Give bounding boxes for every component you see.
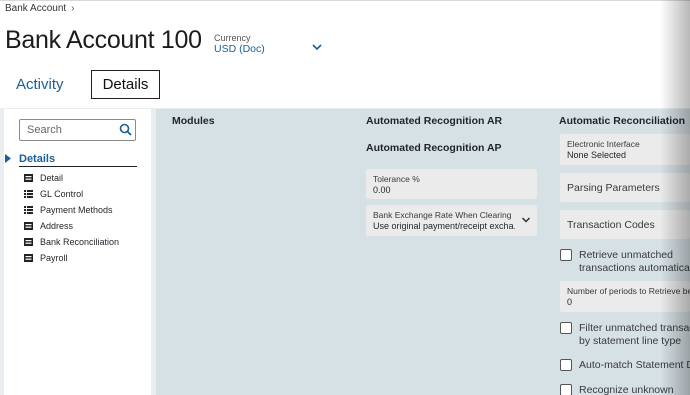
- recognize-unknown-checkbox[interactable]: [560, 384, 572, 395]
- list-icon: [24, 206, 33, 214]
- form-icon: [24, 238, 33, 246]
- automatic-reconciliation-heading: Automatic Reconciliation: [559, 115, 686, 127]
- retrieve-unmatched-line2: transactions automaticall: [579, 262, 690, 274]
- modules-heading: Modules: [172, 115, 215, 127]
- periods-to-retrieve-label: Number of periods to Retrieve be: [567, 286, 690, 296]
- filter-unmatched-label: Filter unmatched transact by statement l…: [579, 322, 690, 348]
- bank-exchange-rate-value: Use original payment/receipt excha...: [373, 221, 515, 231]
- chevron-down-icon[interactable]: [311, 41, 323, 53]
- electronic-interface-field[interactable]: Electronic Interface None Selected: [560, 134, 690, 165]
- automated-recognition-ap-heading: Automated Recognition AP: [366, 142, 502, 154]
- tab-details[interactable]: Details: [91, 70, 160, 99]
- currency-label: Currency: [214, 33, 251, 43]
- sidebar-section-details[interactable]: Details: [19, 153, 55, 165]
- sidebar-item-payroll[interactable]: Payroll: [24, 252, 68, 264]
- top-divider: [0, 0, 690, 1]
- automated-recognition-ar-heading: Automated Recognition AR: [366, 115, 503, 127]
- search-icon[interactable]: [119, 123, 132, 136]
- transaction-codes-label: Transaction Codes: [567, 218, 655, 231]
- sidebar-item-label: Bank Reconciliation: [40, 237, 120, 247]
- electronic-interface-label: Electronic Interface: [567, 139, 640, 149]
- breadcrumb-bank-account[interactable]: Bank Account: [5, 3, 66, 14]
- search-placeholder: Search: [27, 124, 62, 136]
- tolerance-label: Tolerance %: [373, 174, 420, 184]
- filter-unmatched-line2: by statement line type: [579, 335, 682, 347]
- sidebar-item-address[interactable]: Address: [24, 220, 73, 232]
- sidebar-item-label: Payroll: [40, 253, 68, 263]
- breadcrumb: Bank Account ›: [5, 3, 75, 14]
- breadcrumb-separator: ›: [71, 3, 75, 14]
- list-icon: [24, 190, 33, 198]
- sidebar-item-label: Address: [40, 221, 74, 231]
- retrieve-unmatched-checkbox[interactable]: [560, 249, 572, 261]
- page-title: Bank Account 100: [5, 26, 202, 54]
- caret-right-icon: [5, 154, 11, 163]
- sidebar-item-detail[interactable]: Detail: [24, 172, 63, 184]
- parsing-parameters-label: Parsing Parameters: [567, 181, 660, 194]
- sidebar-item-label: Detail: [40, 173, 64, 183]
- tab-activity[interactable]: Activity: [16, 70, 64, 99]
- bank-exchange-rate-label: Bank Exchange Rate When Clearing: [373, 210, 512, 220]
- bank-exchange-rate-select[interactable]: Bank Exchange Rate When Clearing Use ori…: [366, 205, 537, 236]
- filter-unmatched-line1: Filter unmatched transact: [579, 322, 690, 334]
- transaction-codes-button[interactable]: Transaction Codes: [560, 210, 690, 239]
- parsing-parameters-button[interactable]: Parsing Parameters: [560, 173, 690, 202]
- retrieve-unmatched-label: Retrieve unmatched transactions automati…: [579, 249, 690, 275]
- recognize-unknown-label: Recognize unknown: [579, 384, 674, 395]
- filter-unmatched-checkbox[interactable]: [560, 322, 572, 334]
- form-icon: [24, 222, 33, 230]
- sidebar-item-payment-methods[interactable]: Payment Methods: [24, 204, 113, 216]
- currency-select[interactable]: USD (Doc): [214, 43, 265, 55]
- form-icon: [24, 174, 33, 182]
- tolerance-field[interactable]: Tolerance % 0.00: [366, 169, 537, 199]
- tolerance-value: 0.00: [373, 185, 391, 195]
- retrieve-unmatched-line1: Retrieve unmatched: [579, 249, 673, 261]
- periods-to-retrieve-field[interactable]: Number of periods to Retrieve be 0: [560, 281, 690, 312]
- sidebar-item-label: Payment Methods: [40, 205, 113, 215]
- sidebar-item-label: GL Control: [40, 189, 84, 199]
- form-icon: [24, 254, 33, 262]
- auto-match-checkbox[interactable]: [560, 359, 572, 371]
- sidebar-item-bank-reconciliation[interactable]: Bank Reconciliation: [24, 236, 119, 248]
- sidebar-section-underline: [19, 166, 137, 167]
- electronic-interface-value: None Selected: [567, 150, 627, 160]
- chevron-down-icon: [521, 217, 531, 223]
- auto-match-label: Auto-match Statement De: [579, 359, 690, 371]
- sidebar-item-gl-control[interactable]: GL Control: [24, 188, 83, 200]
- periods-to-retrieve-value: 0: [567, 297, 573, 307]
